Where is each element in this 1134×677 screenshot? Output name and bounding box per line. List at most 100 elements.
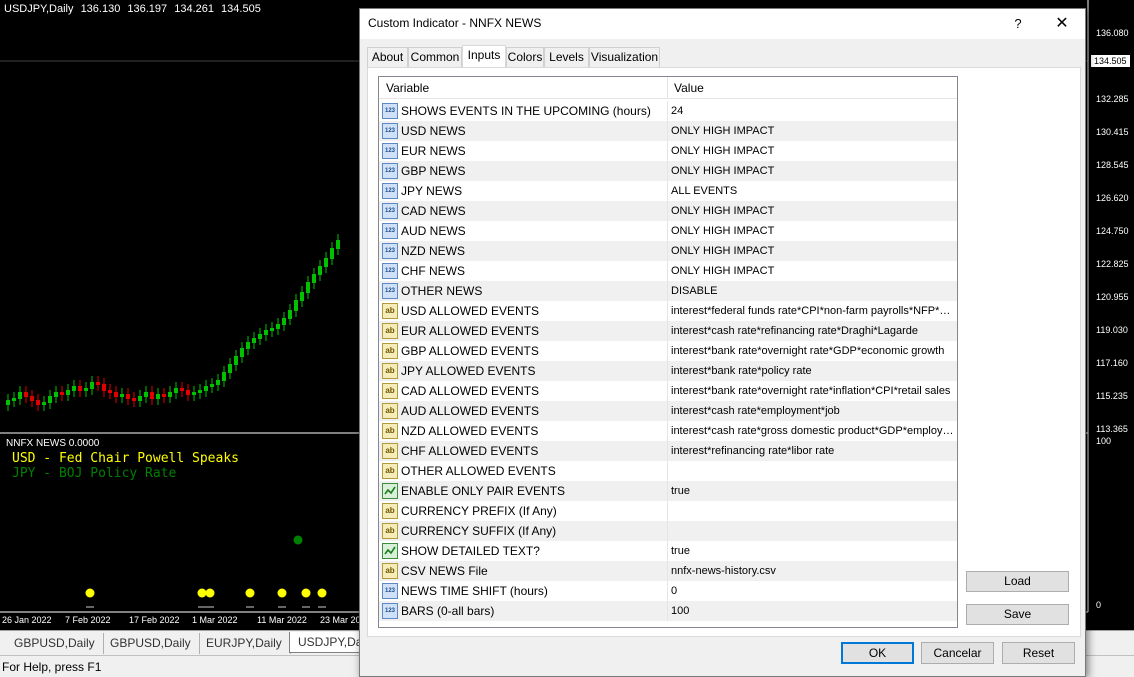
save-button[interactable]: Save — [966, 604, 1069, 625]
input-row[interactable]: 123 SHOWS EVENTS IN THE UPCOMING (hours) 2… — [379, 101, 957, 121]
candle-body — [294, 300, 298, 311]
candle-body — [300, 292, 304, 301]
input-value[interactable]: true — [671, 541, 956, 561]
tab-common[interactable]: Common — [408, 47, 462, 67]
input-variable-name: ENABLE ONLY PAIR EVENTS — [401, 484, 566, 498]
candle-body — [258, 334, 262, 339]
input-value[interactable]: 100 — [671, 601, 956, 621]
candle-body — [240, 348, 244, 357]
input-row[interactable]: ab USD ALLOWED EVENTS interest*federal fun… — [379, 301, 957, 321]
candle-body — [6, 400, 10, 405]
integer-type-icon: 123 — [382, 103, 398, 119]
input-row[interactable]: 123 EUR NEWS ONLY HIGH IMPACT — [379, 141, 957, 161]
input-value[interactable]: interest*federal funds rate*CPI*non-farm… — [671, 301, 956, 321]
chart-symbol: USDJPY,Daily — [4, 3, 74, 15]
tab-colors[interactable]: Colors — [506, 47, 544, 67]
input-row[interactable]: 123 NZD NEWS ONLY HIGH IMPACT — [379, 241, 957, 261]
cancel-button[interactable]: Cancelar — [921, 642, 994, 664]
input-row[interactable]: ab NZD ALLOWED EVENTS interest*cash rate*g… — [379, 421, 957, 441]
reset-button[interactable]: Reset — [1002, 642, 1075, 664]
input-value[interactable]: interest*cash rate*gross domestic produc… — [671, 421, 956, 441]
input-row[interactable]: ab EUR ALLOWED EVENTS interest*cash rate*r… — [379, 321, 957, 341]
input-row[interactable]: SHOW DETAILED TEXT? true — [379, 541, 957, 561]
candle-body — [246, 342, 250, 349]
input-value[interactable]: interest*refinancing rate*libor rate — [671, 441, 956, 461]
input-value[interactable]: interest*cash rate*employment*job — [671, 401, 956, 421]
tab-inputs[interactable]: Inputs — [462, 45, 506, 67]
input-row[interactable]: ab CAD ALLOWED EVENTS interest*bank rate*o… — [379, 381, 957, 401]
close-icon[interactable]: ✕ — [1049, 13, 1075, 35]
input-value[interactable]: 0 — [671, 581, 956, 601]
input-row[interactable]: ab CSV NEWS File nnfx-news-history.csv — [379, 561, 957, 581]
date-label: 23 Mar 20 — [320, 615, 361, 625]
input-variable-name: GBP ALLOWED EVENTS — [401, 344, 539, 358]
input-value[interactable]: nnfx-news-history.csv — [671, 561, 956, 581]
tab-visualization[interactable]: Visualization — [589, 47, 660, 67]
input-value[interactable]: ONLY HIGH IMPACT — [671, 221, 956, 241]
input-value[interactable]: ONLY HIGH IMPACT — [671, 121, 956, 141]
cell-divider — [667, 101, 668, 121]
input-value[interactable]: interest*bank rate*policy rate — [671, 361, 956, 381]
input-row[interactable]: 123 USD NEWS ONLY HIGH IMPACT — [379, 121, 957, 141]
candle-body — [138, 396, 142, 401]
input-row[interactable]: ENABLE ONLY PAIR EVENTS true — [379, 481, 957, 501]
input-value[interactable]: interest*bank rate*overnight rate*GDP*ec… — [671, 341, 956, 361]
candle-body — [42, 402, 46, 405]
grid-rows: 123 SHOWS EVENTS IN THE UPCOMING (hours) 2… — [379, 101, 957, 621]
column-header-value[interactable]: Value — [667, 77, 704, 99]
input-row[interactable]: ab AUD ALLOWED EVENTS interest*cash rate*e… — [379, 401, 957, 421]
candle-body — [198, 390, 202, 393]
input-value[interactable]: true — [671, 481, 956, 501]
tab-about[interactable]: About — [367, 47, 408, 67]
input-row[interactable]: ab OTHER ALLOWED EVENTS — [379, 461, 957, 481]
tab-levels[interactable]: Levels — [544, 47, 589, 67]
input-row[interactable]: ab CURRENCY SUFFIX (If Any) — [379, 521, 957, 541]
input-row[interactable]: 123 NEWS TIME SHIFT (hours) 0 — [379, 581, 957, 601]
input-value[interactable]: interest*cash rate*refinancing rate*Drag… — [671, 321, 956, 341]
input-row[interactable]: ab GBP ALLOWED EVENTS interest*bank rate*o… — [379, 341, 957, 361]
chart-tab[interactable]: GBPUSD,Daily — [102, 633, 200, 654]
candle-body — [18, 392, 22, 399]
input-variable-name: NZD NEWS — [401, 244, 465, 258]
input-row[interactable]: 123 JPY NEWS ALL EVENTS — [379, 181, 957, 201]
input-value[interactable]: ONLY HIGH IMPACT — [671, 241, 956, 261]
candle-body — [228, 364, 232, 373]
input-row[interactable]: 123 CHF NEWS ONLY HIGH IMPACT — [379, 261, 957, 281]
input-row[interactable]: 123 OTHER NEWS DISABLE — [379, 281, 957, 301]
help-button[interactable]: ? — [1005, 13, 1031, 35]
string-type-icon: ab — [382, 503, 398, 519]
input-row[interactable]: 123 AUD NEWS ONLY HIGH IMPACT — [379, 221, 957, 241]
date-label: 7 Feb 2022 — [65, 615, 111, 625]
subwindow-scale-bottom: 0 — [1096, 600, 1102, 610]
column-header-variable[interactable]: Variable — [379, 77, 429, 99]
news-event-dot — [245, 588, 255, 598]
input-row[interactable]: ab JPY ALLOWED EVENTS interest*bank rate*p… — [379, 361, 957, 381]
candle-body — [36, 400, 40, 405]
input-row[interactable]: 123 CAD NEWS ONLY HIGH IMPACT — [379, 201, 957, 221]
chart-tab[interactable]: EURJPY,Daily — [198, 633, 291, 654]
cell-divider — [667, 401, 668, 421]
candle-body — [162, 394, 166, 397]
load-button[interactable]: Load — [966, 571, 1069, 592]
candle-body — [252, 338, 256, 343]
input-value[interactable]: ONLY HIGH IMPACT — [671, 141, 956, 161]
input-value[interactable]: ONLY HIGH IMPACT — [671, 201, 956, 221]
news-event-dot — [85, 588, 95, 598]
input-value[interactable]: ALL EVENTS — [671, 181, 956, 201]
input-row[interactable]: 123 GBP NEWS ONLY HIGH IMPACT — [379, 161, 957, 181]
input-variable-name: CURRENCY PREFIX (If Any) — [401, 504, 557, 518]
input-value[interactable]: ONLY HIGH IMPACT — [671, 261, 956, 281]
input-variable-name: OTHER ALLOWED EVENTS — [401, 464, 556, 478]
chart-tab[interactable]: GBPUSD,Daily — [6, 633, 104, 654]
input-value[interactable]: interest*bank rate*overnight rate*inflat… — [671, 381, 956, 401]
input-value[interactable]: ONLY HIGH IMPACT — [671, 161, 956, 181]
input-value[interactable]: DISABLE — [671, 281, 956, 301]
input-value[interactable]: 24 — [671, 101, 956, 121]
current-price-label: 134.505 — [1091, 55, 1130, 67]
dialog-titlebar[interactable]: Custom Indicator - NNFX NEWS ? ✕ — [360, 9, 1085, 39]
input-row[interactable]: 123 BARS (0-all bars) 100 — [379, 601, 957, 621]
input-row[interactable]: ab CHF ALLOWED EVENTS interest*refinancing… — [379, 441, 957, 461]
ok-button[interactable]: OK — [841, 642, 914, 664]
input-row[interactable]: ab CURRENCY PREFIX (If Any) — [379, 501, 957, 521]
candle-body — [114, 392, 118, 397]
